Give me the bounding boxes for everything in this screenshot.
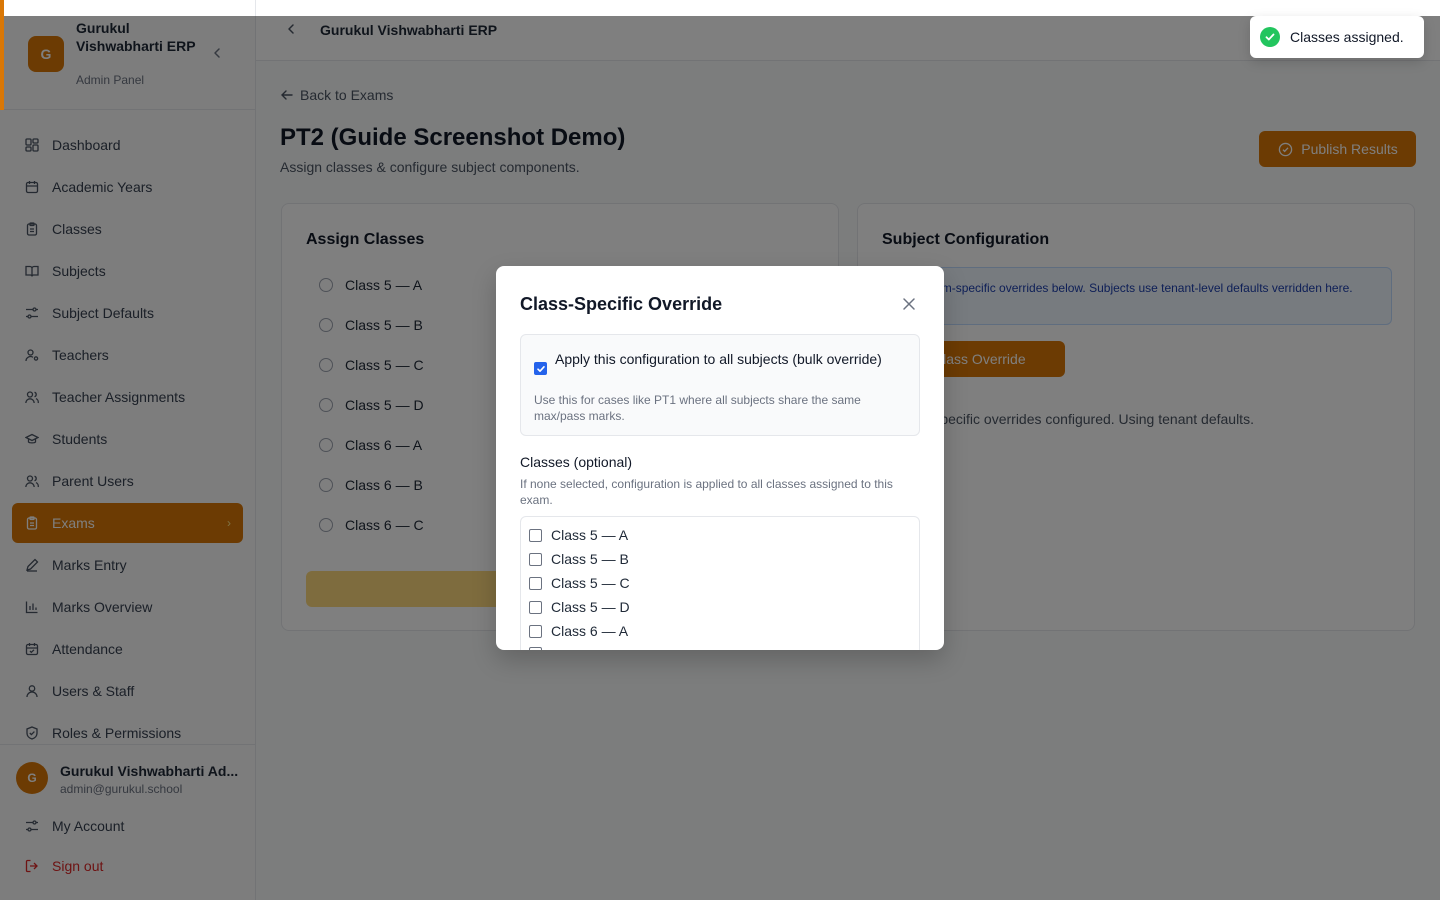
class-checkbox-label: Class 5 — D — [551, 599, 630, 615]
divider — [255, 0, 256, 16]
class-checkbox-row[interactable]: Class 5 — D — [529, 599, 630, 615]
success-toast: Classes assigned. — [1250, 16, 1424, 58]
class-checkbox-row[interactable]: Class 5 — A — [529, 527, 628, 543]
check-circle-icon — [1260, 27, 1280, 47]
close-icon — [903, 298, 915, 310]
class-checkbox-row[interactable]: Class 5 — C — [529, 575, 630, 591]
checkbox[interactable] — [529, 552, 542, 566]
check-icon — [536, 365, 545, 372]
class-checkbox-row[interactable]: Class 5 — B — [529, 551, 629, 567]
bulk-override-help: Use this for cases like PT1 where all su… — [534, 393, 861, 423]
dialog-title: Class-Specific Override — [520, 294, 723, 314]
close-button[interactable] — [900, 295, 918, 313]
class-checkbox-list[interactable]: Class 5 — A Class 5 — B Class 5 — C Clas… — [520, 516, 920, 650]
top-strip — [0, 0, 1440, 16]
checkbox[interactable] — [529, 647, 542, 650]
class-override-dialog: Class-Specific Override Apply this confi… — [496, 266, 944, 650]
checkbox[interactable] — [529, 600, 542, 614]
class-checkbox-label: Class 5 — A — [551, 527, 629, 543]
brand-accent-bar — [0, 0, 4, 110]
checkbox[interactable] — [529, 624, 542, 638]
bulk-override-label[interactable]: Apply this configuration to all subjects… — [555, 349, 885, 369]
checkbox[interactable] — [529, 576, 542, 590]
checkbox[interactable] — [529, 528, 542, 542]
classes-field-help: If none selected, configuration is appli… — [520, 477, 893, 507]
class-checkbox-row[interactable] — [529, 647, 551, 650]
class-checkbox-label: Class 5 — B — [551, 551, 629, 567]
bulk-override-checkbox[interactable] — [534, 362, 547, 375]
classes-field-label: Classes (optional) — [520, 454, 633, 470]
class-checkbox-label: Class 5 — C — [551, 575, 630, 591]
class-checkbox-label: Class 6 — A — [551, 623, 629, 639]
bulk-override-box: Apply this configuration to all subjects… — [520, 334, 920, 436]
class-checkbox-row[interactable]: Class 6 — A — [529, 623, 628, 639]
toast-message: Classes assigned. — [1290, 29, 1404, 45]
